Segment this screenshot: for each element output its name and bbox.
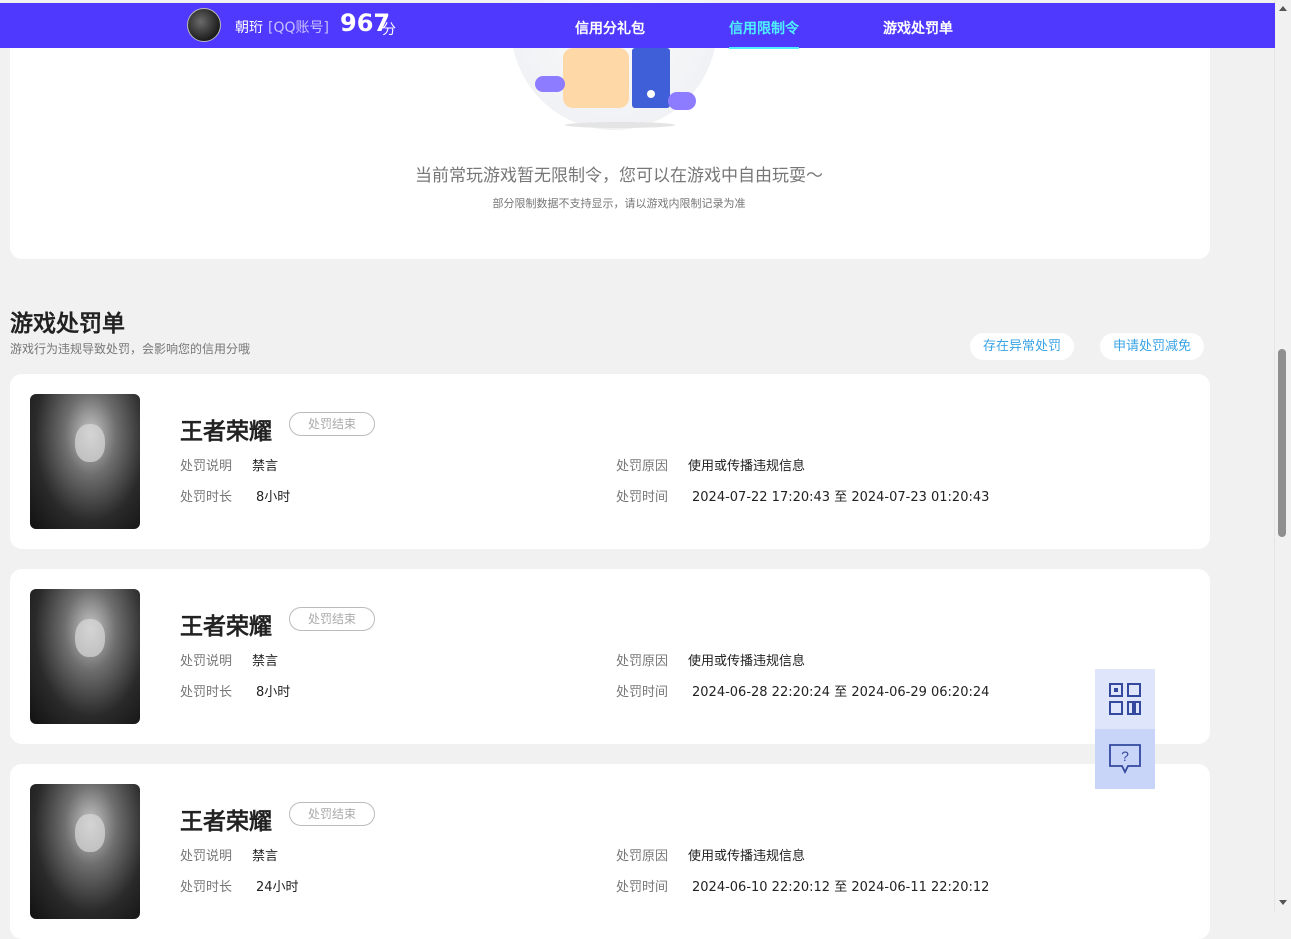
section-subtitle: 游戏行为违规导致处罚，会影响您的信用分哦 bbox=[10, 342, 251, 356]
svg-text:?: ? bbox=[1121, 748, 1129, 764]
penalty-card: 王者荣耀 处罚结束 处罚说明 禁言 处罚时长 8小时 处罚原因 使用或传播违规信… bbox=[10, 374, 1210, 549]
cloud-icon bbox=[668, 92, 696, 110]
cloud-icon bbox=[535, 76, 565, 92]
restriction-panel: 当前常玩游戏暂无限制令，您可以在游戏中自由玩耍～ 部分限制数据不支持显示，请以游… bbox=[10, 0, 1210, 259]
reason-label: 处罚原因 bbox=[616, 849, 669, 864]
section-title: 游戏处罚单 bbox=[10, 311, 125, 337]
game-avatar-image bbox=[30, 784, 140, 919]
apply-reduction-button[interactable]: 申请处罚减免 bbox=[1100, 333, 1205, 360]
active-tab-indicator bbox=[729, 47, 799, 49]
description-value: 禁言 bbox=[252, 654, 279, 669]
hand-illustration bbox=[563, 48, 629, 108]
reason-label: 处罚原因 bbox=[616, 654, 669, 669]
description-label: 处罚说明 bbox=[180, 654, 233, 669]
help-bubble-icon: ? bbox=[1109, 744, 1141, 775]
penalty-card: 王者荣耀 处罚结束 处罚说明 禁言 处罚时长 8小时 处罚原因 使用或传播违规信… bbox=[10, 569, 1210, 744]
no-restriction-message: 当前常玩游戏暂无限制令，您可以在游戏中自由玩耍～ bbox=[415, 166, 823, 186]
help-button[interactable]: ? bbox=[1095, 729, 1155, 789]
reason-value: 使用或传播违规信息 bbox=[688, 654, 806, 669]
tab-label: 游戏处罚单 bbox=[883, 21, 953, 37]
game-avatar-image bbox=[30, 394, 140, 529]
game-name: 王者荣耀 bbox=[180, 809, 272, 835]
game-name: 王者荣耀 bbox=[180, 614, 272, 640]
duration-value: 24小时 bbox=[256, 880, 299, 895]
qr-code-button[interactable] bbox=[1095, 669, 1155, 729]
description-label: 处罚说明 bbox=[180, 849, 233, 864]
time-value: 2024-07-22 17:20:43 至 2024-07-23 01:20:4… bbox=[692, 490, 990, 505]
illustration-shadow bbox=[565, 122, 675, 128]
scroll-up-arrow-icon[interactable] bbox=[1279, 6, 1287, 11]
duration-label: 处罚时长 bbox=[180, 685, 233, 700]
qr-code-icon bbox=[1109, 683, 1141, 715]
phone-button-illustration bbox=[647, 90, 655, 98]
status-badge: 处罚结束 bbox=[289, 412, 375, 436]
time-label: 处罚时间 bbox=[616, 880, 669, 895]
abnormal-penalty-button[interactable]: 存在异常处罚 bbox=[970, 333, 1075, 360]
score-unit: 分 bbox=[382, 22, 396, 38]
duration-label: 处罚时长 bbox=[180, 880, 233, 895]
restriction-note: 部分限制数据不支持显示，请以游戏内限制记录为准 bbox=[492, 197, 746, 210]
reason-value: 使用或传播违规信息 bbox=[688, 849, 806, 864]
tab-label: 信用分礼包 bbox=[575, 21, 645, 37]
time-label: 处罚时间 bbox=[616, 490, 669, 505]
time-value: 2024-06-10 22:20:12 至 2024-06-11 22:20:1… bbox=[692, 880, 990, 895]
scroll-down-arrow-icon[interactable] bbox=[1279, 900, 1287, 905]
time-value: 2024-06-28 22:20:24 至 2024-06-29 06:20:2… bbox=[692, 685, 990, 700]
tab-credit-restriction[interactable]: 信用限制令 bbox=[729, 18, 799, 49]
duration-value: 8小时 bbox=[256, 685, 291, 700]
status-badge: 处罚结束 bbox=[289, 607, 375, 631]
scrollbar-thumb[interactable] bbox=[1278, 349, 1286, 537]
time-label: 处罚时间 bbox=[616, 685, 669, 700]
username: 朝珩 bbox=[235, 20, 263, 36]
top-nav-bar: 朝珩 [QQ账号] 967 分 信用分礼包 信用限制令 游戏处罚单 bbox=[0, 3, 1275, 49]
avatar[interactable] bbox=[187, 8, 221, 42]
status-badge: 处罚结束 bbox=[289, 802, 375, 826]
duration-value: 8小时 bbox=[256, 490, 291, 505]
tab-game-penalty[interactable]: 游戏处罚单 bbox=[883, 18, 953, 38]
game-avatar-image bbox=[30, 589, 140, 724]
description-value: 禁言 bbox=[252, 459, 279, 474]
page-scrollbar[interactable] bbox=[1274, 0, 1291, 913]
duration-label: 处罚时长 bbox=[180, 490, 233, 505]
tab-label: 信用限制令 bbox=[729, 21, 799, 37]
reason-value: 使用或传播违规信息 bbox=[688, 459, 806, 474]
description-label: 处罚说明 bbox=[180, 459, 233, 474]
tab-credit-gift[interactable]: 信用分礼包 bbox=[575, 18, 645, 38]
description-value: 禁言 bbox=[252, 849, 279, 864]
phone-illustration bbox=[632, 48, 670, 108]
reason-label: 处罚原因 bbox=[616, 459, 669, 474]
account-type: [QQ账号] bbox=[268, 20, 329, 36]
game-name: 王者荣耀 bbox=[180, 419, 272, 445]
